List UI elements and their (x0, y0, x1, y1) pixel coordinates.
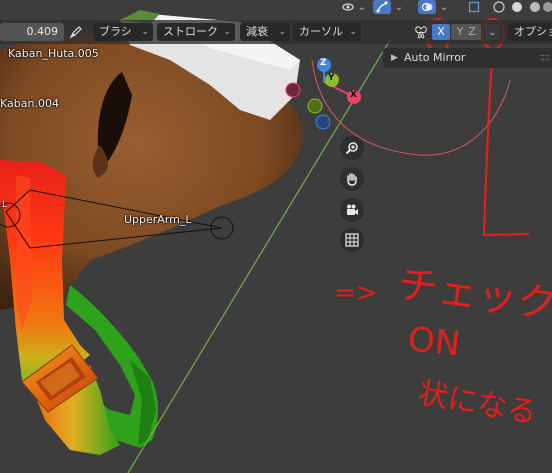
stroke-menu[interactable]: ストローク ⌄ (157, 23, 235, 41)
gizmo-icon (376, 1, 388, 13)
zoom-button[interactable] (340, 136, 364, 160)
wireframe-shading[interactable] (490, 0, 508, 14)
pressure-toggle[interactable] (66, 23, 86, 41)
drag-handle-icon[interactable]: :::: (540, 48, 551, 68)
cursor-menu-label: カーソル (299, 25, 343, 38)
gizmo-neg-x (285, 82, 301, 98)
brush-menu[interactable]: ブラシ ⌄ (93, 23, 153, 41)
chevron-down-icon: ⌄ (141, 27, 149, 37)
solid-sphere-icon (512, 2, 522, 12)
viewport-header: ⌄ ⌄ ⌄ 0.409 ブラシ ⌄ ストローク ⌄ 減衰 ⌄ カーソル ⌄ X Y Z (0, 0, 552, 44)
rendered-sphere-icon (543, 2, 552, 12)
mirror-z-button[interactable]: Z (463, 24, 481, 40)
gizmo-dropdown[interactable]: ⌄ (393, 0, 405, 14)
chevron-down-icon: ⌄ (488, 28, 497, 38)
wireframe-sphere-icon (493, 1, 505, 13)
gizmo-z-label[interactable]: Z (320, 58, 327, 68)
gizmo-neg-z (315, 114, 331, 130)
options-menu-label: オプショ (514, 25, 552, 38)
chevron-down-icon: ⌄ (349, 27, 357, 37)
chevron-down-icon: ⌄ (223, 27, 231, 37)
stroke-menu-label: ストローク (163, 25, 218, 38)
overlay-toggle[interactable] (339, 0, 357, 14)
xray-toggle[interactable] (465, 0, 483, 14)
annotation-on-text: ON (406, 319, 463, 365)
overlay-circles-icon (421, 2, 433, 12)
falloff-menu[interactable]: 減衰 ⌄ (240, 23, 290, 41)
solid-shading[interactable] (508, 0, 526, 14)
gizmo-toggle[interactable] (373, 0, 391, 14)
gizmo-x-label[interactable]: X (350, 90, 357, 100)
pen-pressure-icon (69, 26, 82, 39)
annotation-arrow (482, 48, 530, 237)
material-sphere-icon (530, 2, 540, 12)
auto-mirror-label: Auto Mirror (404, 51, 466, 64)
mirror-x-button[interactable]: X (432, 24, 450, 40)
annotation-arrow-text: => (334, 278, 378, 308)
overlay-dropdown[interactable]: ⌄ (356, 0, 368, 14)
brush-menu-label: ブラシ (99, 25, 132, 38)
perspective-toggle-button[interactable] (340, 228, 364, 252)
object-label-kaban-huta: Kaban_Huta.005 (8, 47, 99, 60)
gizmo-y-label[interactable]: Y (328, 73, 335, 83)
hand-icon (347, 173, 357, 186)
rendered-shading[interactable] (542, 0, 552, 14)
butterfly-icon (415, 26, 427, 39)
eye-icon (342, 3, 354, 11)
camera-icon (347, 204, 358, 215)
bone-label-tip: L (2, 200, 8, 210)
collapse-arrow-icon[interactable]: ▶ (391, 48, 398, 68)
shading-toggle[interactable] (418, 0, 436, 14)
chevron-down-icon: ⌄ (278, 27, 286, 37)
mirror-toggle[interactable] (412, 24, 430, 40)
auto-mirror-panel[interactable]: ▶ Auto Mirror :::: (383, 48, 552, 68)
bone-label-upperarm: UpperArm_L (124, 213, 192, 226)
xray-icon (468, 1, 480, 13)
grid-icon (345, 233, 359, 247)
options-menu[interactable]: オプショ (508, 23, 552, 41)
3d-viewport[interactable]: => チェック ON 状になる X Y Z Kaban_Huta.005 Kab… (0, 0, 552, 473)
gizmo-neg-y (307, 98, 323, 114)
falloff-menu-label: 減衰 (246, 25, 268, 38)
shading-dropdown[interactable]: ⌄ (438, 0, 450, 14)
object-label-kaban: Kaban.004 (0, 97, 59, 110)
strength-field[interactable]: 0.409 (0, 23, 64, 41)
mirror-settings-dropdown[interactable]: ⌄ (485, 24, 500, 40)
cursor-menu[interactable]: カーソル ⌄ (293, 23, 361, 41)
zoom-icon (345, 142, 358, 155)
camera-view-button[interactable] (340, 198, 364, 222)
pan-button[interactable] (340, 167, 364, 191)
